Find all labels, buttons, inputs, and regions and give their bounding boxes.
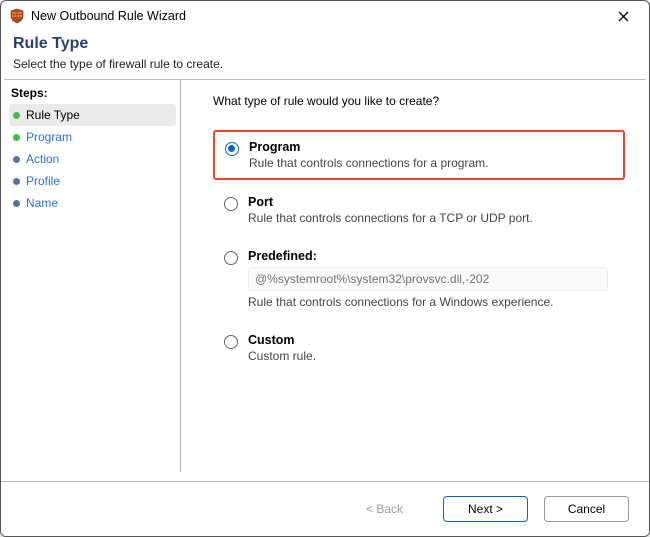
step-label: Profile [26,174,172,188]
predefined-dropdown[interactable]: @%systemroot%\system32\provsvc.dll,-202 [248,267,608,291]
page-subtitle: Select the type of firewall rule to crea… [13,57,637,71]
wizard-window: New Outbound Rule Wizard Rule Type Selec… [0,0,650,537]
close-icon [618,11,629,22]
close-button[interactable] [605,2,641,30]
step-bullet-icon [13,156,20,163]
radio-program[interactable] [225,142,239,156]
step-label: Program [26,130,172,144]
step-name[interactable]: Name [9,192,176,214]
firewall-icon [9,8,25,24]
step-profile[interactable]: Profile [9,170,176,192]
step-label: Action [26,152,172,166]
option-body: Predefined: @%systemroot%\system32\provs… [248,249,614,309]
option-desc: Custom rule. [248,349,614,363]
option-port[interactable]: Port Rule that controls connections for … [213,186,625,234]
steps-heading: Steps: [9,86,176,100]
option-program[interactable]: Program Rule that controls connections f… [213,130,625,180]
step-rule-type[interactable]: Rule Type [9,104,176,126]
steps-sidebar: Steps: Rule Type Program Action Profile … [1,80,181,472]
wizard-body: Steps: Rule Type Program Action Profile … [1,80,649,472]
titlebar: New Outbound Rule Wizard [1,1,649,31]
option-body: Program Rule that controls connections f… [249,140,613,170]
wizard-header: Rule Type Select the type of firewall ru… [1,31,649,79]
wizard-footer: < Back Next > Cancel [1,481,649,536]
radio-predefined[interactable] [224,251,238,265]
radio-port[interactable] [224,197,238,211]
step-program[interactable]: Program [9,126,176,148]
page-title: Rule Type [13,35,637,53]
next-button[interactable]: Next > [443,496,528,522]
step-bullet-icon [13,112,20,119]
radio-custom[interactable] [224,335,238,349]
option-title: Predefined: [248,249,614,263]
option-body: Custom Custom rule. [248,333,614,363]
window-title: New Outbound Rule Wizard [31,9,605,23]
step-label: Rule Type [26,108,172,122]
option-title: Program [249,140,613,154]
option-desc: Rule that controls connections for a TCP… [248,211,614,225]
step-bullet-icon [13,200,20,207]
option-desc: Rule that controls connections for a pro… [249,156,613,170]
question-text: What type of rule would you like to crea… [213,94,625,108]
step-label: Name [26,196,172,210]
option-desc: Rule that controls connections for a Win… [248,295,614,309]
rule-type-panel: What type of rule would you like to crea… [181,80,649,472]
option-predefined[interactable]: Predefined: @%systemroot%\system32\provs… [213,240,625,318]
step-bullet-icon [13,134,20,141]
option-custom[interactable]: Custom Custom rule. [213,324,625,372]
option-title: Custom [248,333,614,347]
cancel-button[interactable]: Cancel [544,496,629,522]
back-button: < Back [342,496,427,522]
step-bullet-icon [13,178,20,185]
step-action[interactable]: Action [9,148,176,170]
option-title: Port [248,195,614,209]
option-body: Port Rule that controls connections for … [248,195,614,225]
